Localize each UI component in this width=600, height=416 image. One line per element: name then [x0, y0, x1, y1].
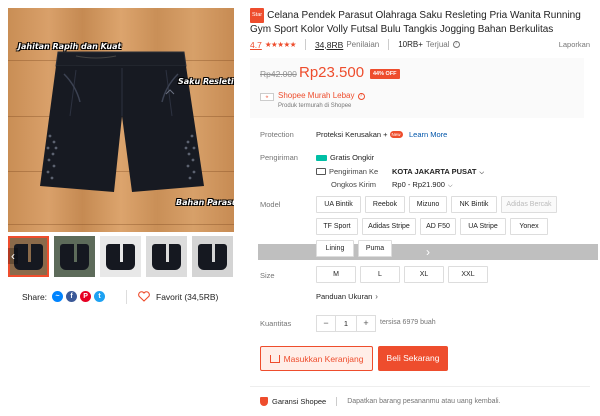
rating-count[interactable]: 34,8RB: [315, 40, 343, 50]
chevron-left-icon[interactable]: ‹: [8, 248, 18, 264]
protection-text: Proteksi Kerusakan + New: [316, 130, 403, 139]
sold-label: Terjual: [425, 40, 450, 49]
pinterest-icon[interactable]: P: [80, 291, 92, 302]
model-option[interactable]: UA Bintik: [316, 196, 361, 213]
promo-title-text: Shopee Murah Lebay: [278, 91, 355, 100]
thumbnail[interactable]: [146, 236, 187, 277]
thumbnail[interactable]: [54, 236, 95, 277]
product-main-image[interactable]: Jahitan Rapih dan Kuat Saku Resleting Ba…: [8, 8, 234, 232]
protection-label: Protection: [260, 130, 294, 139]
current-price: Rp23.500: [299, 64, 365, 81]
report-link[interactable]: Laporkan: [559, 40, 590, 49]
model-option[interactable]: AD F50: [420, 218, 456, 235]
quantity-input[interactable]: 1: [335, 316, 357, 331]
quantity-stepper: − 1 +: [316, 315, 376, 332]
shopee-guarantee[interactable]: Garansi Shopee Dapatkan barang pesananmu…: [260, 397, 501, 406]
chevron-down-icon: ⌵: [479, 170, 485, 176]
guarantee-desc: Dapatkan barang pesananmu atau uang kemb…: [347, 398, 501, 405]
info-icon[interactable]: ?: [452, 41, 460, 48]
model-option[interactable]: Puma: [358, 240, 392, 257]
shipping-cost-select[interactable]: Rp0 - Rp21.900 ⌵: [392, 180, 453, 190]
thumbnail-strip: ‹ ›: [8, 236, 598, 278]
twitter-icon[interactable]: t: [94, 291, 106, 302]
model-option[interactable]: Reebok: [365, 196, 405, 213]
size-option[interactable]: M: [316, 266, 356, 283]
star-rating-icon: ★★★★★: [264, 40, 297, 49]
promo-subtitle: Produk termurah di Shopee: [278, 103, 352, 109]
size-option[interactable]: L: [360, 266, 400, 283]
rating-label: Penilaian: [346, 40, 380, 49]
model-option[interactable]: Lining: [316, 240, 354, 257]
share-row: Share: ~ f P t: [22, 291, 106, 302]
original-price: Rp42.000: [260, 69, 297, 79]
favorite-button[interactable]: Favorit (34,5RB): [138, 291, 218, 302]
star-seller-badge: Star: [250, 8, 265, 23]
image-label-zip-pocket: Saku Resleting: [178, 77, 234, 86]
model-option[interactable]: Yonex: [510, 218, 548, 235]
ship-to-city-select[interactable]: KOTA JAKARTA PUSAT ⌵: [392, 167, 484, 177]
divider: [126, 290, 127, 304]
promo-logo-icon: ⟡: [260, 93, 274, 101]
share-label: Share:: [22, 291, 48, 302]
cart-icon: [269, 354, 280, 363]
rating-row: 4.7 ★★★★★ 34,8RB Penilaian 10RB+ Terjual…: [250, 39, 590, 50]
quantity-plus-button[interactable]: +: [357, 316, 375, 331]
model-option[interactable]: Adidas Bercak: [501, 196, 557, 213]
product-title-text: Celana Pendek Parasut Olahraga Saku Resl…: [250, 10, 581, 35]
favorite-label: Favorit (34,5RB): [156, 291, 219, 302]
size-option[interactable]: XXL: [448, 266, 488, 283]
free-shipping-text: Gratis Ongkir: [330, 153, 375, 162]
protection-text-value: Proteksi Kerusakan +: [316, 130, 388, 139]
learn-more-link[interactable]: Learn More: [409, 130, 447, 139]
image-label-stitching: Jahitan Rapih dan Kuat: [18, 42, 122, 51]
chevron-down-icon: ⌵: [447, 183, 453, 189]
product-title: Star Celana Pendek Parasut Olahraga Saku …: [250, 8, 590, 36]
quantity-minus-button[interactable]: −: [317, 316, 335, 331]
shipping-cost-value: Rp0 - Rp21.900: [392, 180, 445, 189]
model-option[interactable]: TF Sport: [316, 218, 358, 235]
chevron-right-icon[interactable]: ›: [258, 244, 598, 260]
shield-icon: [260, 397, 268, 406]
add-to-cart-label: Masukkan Keranjang: [283, 353, 364, 364]
shipping-label: Pengiriman: [260, 153, 298, 162]
promo-title[interactable]: Shopee Murah Lebay?: [278, 91, 365, 100]
shipping-cost-label: Ongkos Kirim: [331, 180, 377, 189]
sold-count: 10RB+: [398, 40, 423, 49]
model-option[interactable]: Adidas Stripe: [362, 218, 416, 235]
stock-remaining: tersisa 6979 buah: [380, 319, 436, 326]
ship-to-label: Pengiriman Ke: [329, 167, 379, 176]
add-to-cart-button[interactable]: Masukkan Keranjang: [260, 346, 373, 371]
free-shipping: Gratis Ongkir: [316, 153, 374, 162]
size-guide-link[interactable]: Panduan Ukuran ›: [316, 292, 378, 301]
chevron-right-icon: ›: [375, 292, 378, 301]
price-box: Rp42.000 Rp23.500 44% OFF ⟡ Shopee Murah…: [250, 58, 584, 118]
size-guide-text: Panduan Ukuran: [316, 292, 373, 301]
model-option[interactable]: NK Bintik: [451, 196, 497, 213]
model-option[interactable]: UA Stripe: [460, 218, 506, 235]
guarantee-title: Garansi Shopee: [272, 397, 327, 406]
image-label-material: Bahan Parasut: [176, 198, 234, 207]
thumbnail[interactable]: [192, 236, 233, 277]
heart-icon: [138, 291, 150, 302]
facebook-icon[interactable]: f: [66, 291, 78, 302]
messenger-icon[interactable]: ~: [52, 291, 64, 302]
ship-to: Pengiriman Ke: [316, 167, 378, 176]
free-shipping-icon: [316, 154, 327, 161]
model-option[interactable]: Mizuno: [409, 196, 447, 213]
truck-icon: [316, 168, 326, 175]
ship-to-city-value: KOTA JAKARTA PUSAT: [392, 167, 477, 176]
rating-score[interactable]: 4.7: [250, 40, 262, 50]
info-icon[interactable]: ?: [357, 93, 365, 100]
quantity-label: Kuantitas: [260, 319, 292, 328]
buy-now-button[interactable]: Beli Sekarang: [378, 346, 448, 371]
product-details: Star Celana Pendek Parasut Olahraga Saku …: [250, 8, 590, 406]
thumbnail[interactable]: [100, 236, 141, 277]
new-badge: New: [389, 131, 403, 138]
size-label: Size: [260, 271, 275, 280]
model-label: Model: [260, 200, 281, 209]
shorts-illustration: [40, 51, 204, 192]
size-option[interactable]: XL: [404, 266, 444, 283]
discount-badge: 44% OFF: [370, 69, 400, 79]
